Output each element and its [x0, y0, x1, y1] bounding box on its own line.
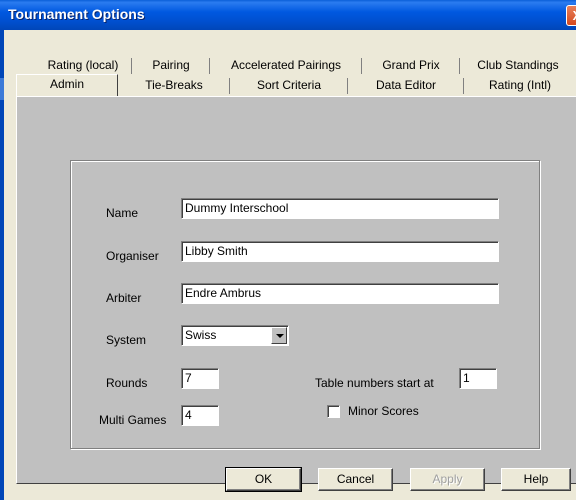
close-icon: X: [573, 8, 576, 23]
tab-rating-intl[interactable]: Rating (Intl): [464, 76, 576, 95]
chevron-down-icon[interactable]: [271, 327, 287, 344]
apply-button[interactable]: Apply: [410, 468, 485, 491]
window-title: Tournament Options: [8, 6, 145, 22]
tab-data-editor[interactable]: Data Editor: [348, 76, 464, 95]
cancel-button[interactable]: Cancel: [318, 468, 393, 491]
tab-label: Tie-Breaks: [145, 78, 203, 92]
tab-admin[interactable]: Admin: [16, 74, 118, 96]
dialog-client-area: Rating (local) Pairing Accelerated Pairi…: [4, 30, 576, 500]
minor-scores-checkbox[interactable]: [327, 405, 340, 418]
help-button[interactable]: Help: [501, 468, 571, 491]
multi-games-label: Multi Games: [99, 413, 167, 427]
tab-sort-criteria[interactable]: Sort Criteria: [230, 76, 348, 95]
system-label: System: [106, 333, 147, 347]
multi-games-input[interactable]: 4: [181, 405, 219, 426]
tab-label: Rating (Intl): [488, 78, 552, 92]
rounds-label: Rounds: [106, 376, 148, 390]
tab-label: Admin: [49, 77, 84, 91]
tab-rating-local[interactable]: Rating (local): [34, 56, 132, 75]
organiser-input[interactable]: Libby Smith: [181, 241, 499, 262]
close-button[interactable]: X: [566, 5, 576, 26]
name-input[interactable]: Dummy Interschool: [181, 198, 499, 219]
tab-accelerated-pairings[interactable]: Accelerated Pairings: [210, 56, 362, 75]
arbiter-input[interactable]: Endre Ambrus: [181, 283, 499, 304]
tab-label: Rating (local): [47, 58, 119, 72]
tournament-options-dialog: Tournament Options X Rating (local) Pair…: [0, 0, 576, 500]
title-bar[interactable]: Tournament Options X: [0, 0, 576, 30]
arbiter-label: Arbiter: [106, 291, 142, 305]
tab-label: Data Editor: [375, 78, 437, 92]
organiser-label: Organiser: [106, 249, 159, 263]
tab-label: Sort Criteria: [256, 78, 321, 92]
tab-pairing[interactable]: Pairing: [132, 56, 210, 75]
name-label: Name: [106, 206, 139, 220]
tab-tie-breaks[interactable]: Tie-Breaks: [118, 76, 230, 95]
table-numbers-input[interactable]: 1: [459, 368, 497, 389]
tab-label: Accelerated Pairings: [230, 58, 342, 72]
tab-label: Grand Prix: [382, 58, 440, 72]
rounds-input[interactable]: 7: [181, 368, 219, 389]
minor-scores-label[interactable]: Minor Scores: [348, 404, 419, 418]
tab-grand-prix[interactable]: Grand Prix: [362, 56, 460, 75]
system-selected-value: Swiss: [185, 328, 217, 342]
tab-label: Club Standings: [477, 58, 559, 72]
admin-tab-panel: Name Dummy Interschool Organiser Libby S…: [16, 96, 576, 484]
ok-button[interactable]: OK: [225, 467, 302, 492]
system-select[interactable]: Swiss: [181, 325, 289, 346]
tab-label: Pairing: [152, 58, 190, 72]
table-numbers-label: Table numbers start at: [315, 376, 434, 390]
tab-club-standings[interactable]: Club Standings: [460, 56, 576, 75]
